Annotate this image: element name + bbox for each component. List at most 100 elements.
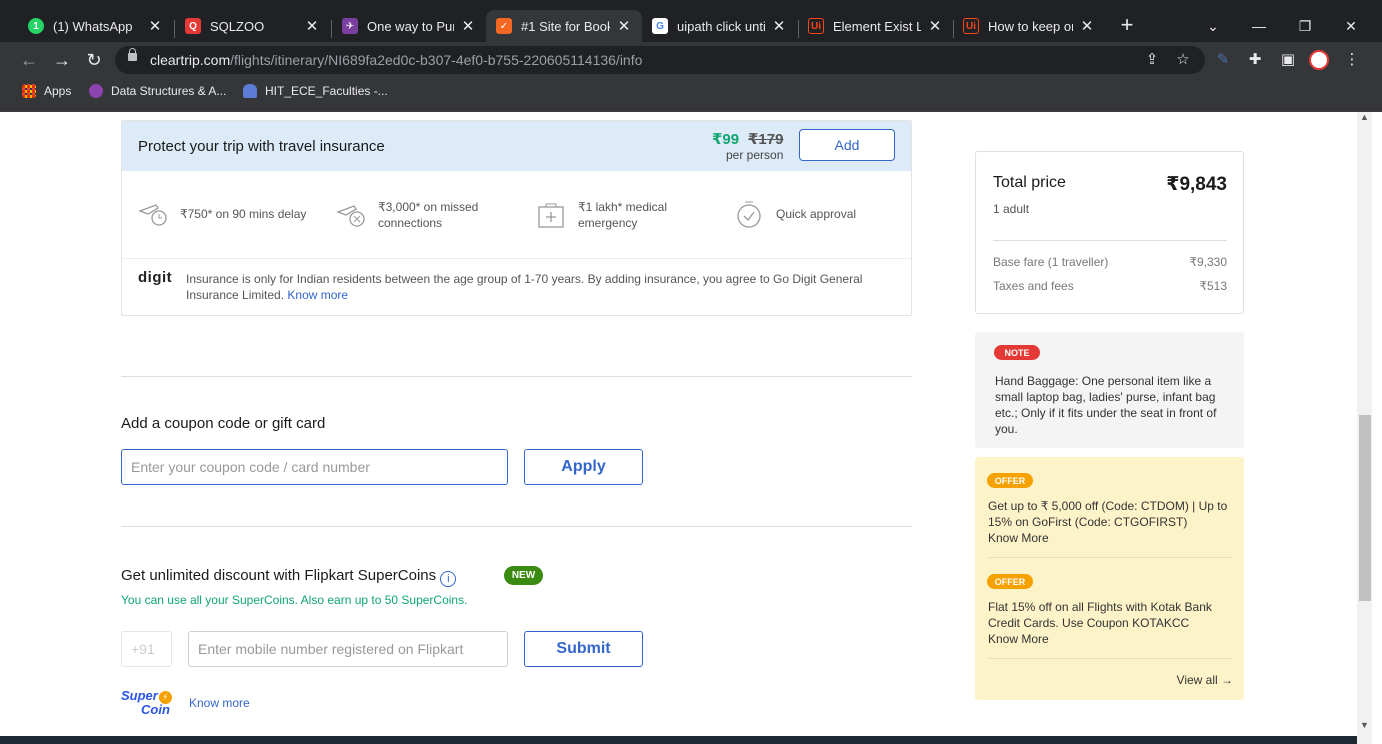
bookmark-label: HIT_ECE_Faculties -... [265, 84, 388, 98]
bookmarks-bar: Apps Data Structures & A... HIT_ECE_Facu… [0, 78, 1382, 112]
minimize-icon[interactable]: — [1244, 18, 1274, 34]
sqlzoo-icon: Q [185, 18, 201, 34]
section-divider [121, 526, 912, 527]
url-text: cleartrip.com/flights/itinerary/NI689fa2… [150, 52, 642, 68]
offer-text: Get up to ₹ 5,000 off (Code: CTDOM) | Up… [988, 499, 1228, 529]
benefit-line-2: connections [378, 216, 443, 230]
flight-delay-icon [138, 204, 167, 226]
window-close-icon[interactable]: ✕ [1336, 18, 1366, 35]
supercoins-subtitle: You can use all your SuperCoins. Also ea… [121, 593, 468, 607]
insurance-header: Protect your trip with travel insurance … [122, 121, 911, 171]
info-icon[interactable]: i [440, 571, 457, 587]
menu-kebab-icon[interactable]: ⋮ [1342, 50, 1362, 70]
back-arrow-icon[interactable]: ← [18, 49, 40, 71]
url-host: cleartrip.com [150, 52, 231, 68]
supercoin-logo-line2: Coin [141, 702, 170, 717]
scroll-down-arrow-icon[interactable]: ▼ [1360, 720, 1369, 730]
taskbar-edge [0, 736, 1357, 744]
uipath-icon: Ui [963, 18, 979, 34]
bookmark-hit-ece[interactable]: HIT_ECE_Faculties -... [243, 84, 388, 98]
tab-title: (1) WhatsApp [53, 18, 133, 34]
submit-mobile-button[interactable]: Submit [524, 631, 643, 667]
new-tab-plus-icon[interactable]: + [1112, 12, 1142, 38]
price-summary-card: Total price ₹9,843 1 adult Base fare (1 … [975, 151, 1244, 314]
forward-arrow-icon[interactable]: → [51, 49, 73, 71]
address-bar[interactable]: cleartrip.com/flights/itinerary/NI689fa2… [115, 46, 1205, 74]
offers-card: OFFER Get up to ₹ 5,000 off (Code: CTDOM… [975, 457, 1244, 700]
benefit-text: Quick approval [776, 207, 857, 221]
insurance-know-more-link[interactable]: Know more [287, 288, 348, 302]
offer-divider [987, 557, 1232, 558]
tab-how-to-keep[interactable]: Ui How to keep on c ✕ [953, 10, 1105, 42]
benefit-line-1: ₹1 lakh* medical [578, 200, 668, 214]
extension-pin-icon[interactable]: ✎ [1213, 50, 1233, 70]
medical-kit-icon [538, 203, 564, 228]
extensions-puzzle-icon[interactable]: ✚ [1245, 50, 1265, 70]
side-panel-icon[interactable]: ▣ [1278, 50, 1298, 70]
insurance-price: ₹99 [712, 131, 740, 148]
close-icon[interactable]: ✕ [927, 17, 943, 35]
per-person-label: per person [726, 148, 784, 162]
base-fare-value: ₹9,330 [1189, 255, 1227, 269]
bookmark-label: Apps [44, 84, 72, 98]
missed-connection-icon [336, 205, 365, 227]
lock-icon [128, 48, 137, 61]
close-icon[interactable]: ✕ [616, 17, 632, 35]
offer-know-more-link[interactable]: Know More [988, 631, 1049, 647]
insurance-disclaimer: Insurance is only for Indian residents b… [186, 271, 886, 303]
tab-whatsapp[interactable]: 1 (1) WhatsApp ✕ [18, 10, 173, 42]
supercoins-title-text: Get unlimited discount with Flipkart Sup… [121, 567, 437, 584]
stopwatch-icon [737, 201, 761, 228]
offer-badge: OFFER [987, 574, 1033, 589]
insurance-old-price: ₹179 [748, 131, 784, 148]
tab-strip: 1 (1) WhatsApp ✕ Q SQLZOO ✕ ✈ One way to… [0, 8, 1382, 42]
restore-icon[interactable]: ❐ [1290, 18, 1320, 35]
taxes-value: ₹513 [1199, 279, 1227, 293]
digit-logo: digit [138, 269, 173, 286]
tab-title: #1 Site for Booking [521, 18, 610, 34]
navigation-bar: ← → ↻ cleartrip.com/flights/itinerary/NI… [0, 42, 1382, 78]
baggage-note-card: NOTE Hand Baggage: One personal item lik… [975, 332, 1244, 448]
bookmark-data-structures[interactable]: Data Structures & A... [89, 84, 226, 98]
flipkart-mobile-input[interactable]: Enter mobile number registered on Flipka… [188, 631, 508, 667]
reload-icon[interactable]: ↻ [83, 49, 105, 71]
apply-coupon-button[interactable]: Apply [524, 449, 643, 485]
tab-one-way-pune[interactable]: ✈ One way to Pune ✕ [332, 10, 486, 42]
tab-element-exist[interactable]: Ui Element Exist Loc ✕ [798, 10, 953, 42]
view-all-offers-link[interactable]: View all → [1177, 672, 1233, 688]
supercoins-know-more-link[interactable]: Know more [189, 696, 250, 710]
tab-title: How to keep on c [988, 18, 1073, 34]
close-icon[interactable]: ✕ [771, 17, 787, 35]
tab-search-chevron-icon[interactable]: ⌄ [1198, 18, 1228, 35]
insurance-title: Protect your trip with travel insurance [138, 138, 385, 155]
scrollbar-thumb[interactable] [1359, 415, 1371, 601]
bookmark-label: Data Structures & A... [111, 84, 227, 98]
profile-avatar[interactable] [1309, 50, 1329, 70]
coupon-code-input[interactable]: Enter your coupon code / card number [121, 449, 508, 485]
taxes-label: Taxes and fees [993, 279, 1074, 293]
bookmark-u-icon [89, 84, 103, 98]
section-divider [121, 376, 912, 377]
browser-chrome: 1 (1) WhatsApp ✕ Q SQLZOO ✕ ✈ One way to… [0, 0, 1382, 112]
close-icon[interactable]: ✕ [1079, 17, 1095, 35]
whatsapp-icon: 1 [28, 18, 44, 34]
benefit-line-2: emergency [578, 216, 638, 230]
share-icon[interactable]: ⇪ [1142, 50, 1162, 70]
page-content: Protect your trip with travel insurance … [0, 112, 1382, 744]
benefit-text: ₹3,000* on missed connections [378, 199, 478, 231]
url-path: /flights/itinerary/NI689fa2ed0c-b307-4ef… [230, 52, 643, 68]
tab-cleartrip[interactable]: ✓ #1 Site for Booking ✕ [486, 10, 642, 42]
scroll-up-arrow-icon[interactable]: ▲ [1360, 112, 1369, 122]
add-insurance-button[interactable]: Add [799, 129, 895, 161]
close-icon[interactable]: ✕ [304, 17, 320, 35]
offer-know-more-link[interactable]: Know More [988, 530, 1049, 546]
close-icon[interactable]: ✕ [147, 17, 163, 35]
tab-google-search[interactable]: G uipath click untill ✕ [642, 10, 797, 42]
note-text: Hand Baggage: One personal item like a s… [995, 374, 1217, 436]
country-code-field: +91 [121, 631, 172, 667]
tab-sqlzoo[interactable]: Q SQLZOO ✕ [175, 10, 330, 42]
bookmark-star-icon[interactable]: ☆ [1173, 50, 1193, 70]
insurance-card: Protect your trip with travel insurance … [121, 120, 912, 316]
close-icon[interactable]: ✕ [460, 17, 476, 35]
bookmark-apps[interactable]: Apps [22, 84, 71, 98]
